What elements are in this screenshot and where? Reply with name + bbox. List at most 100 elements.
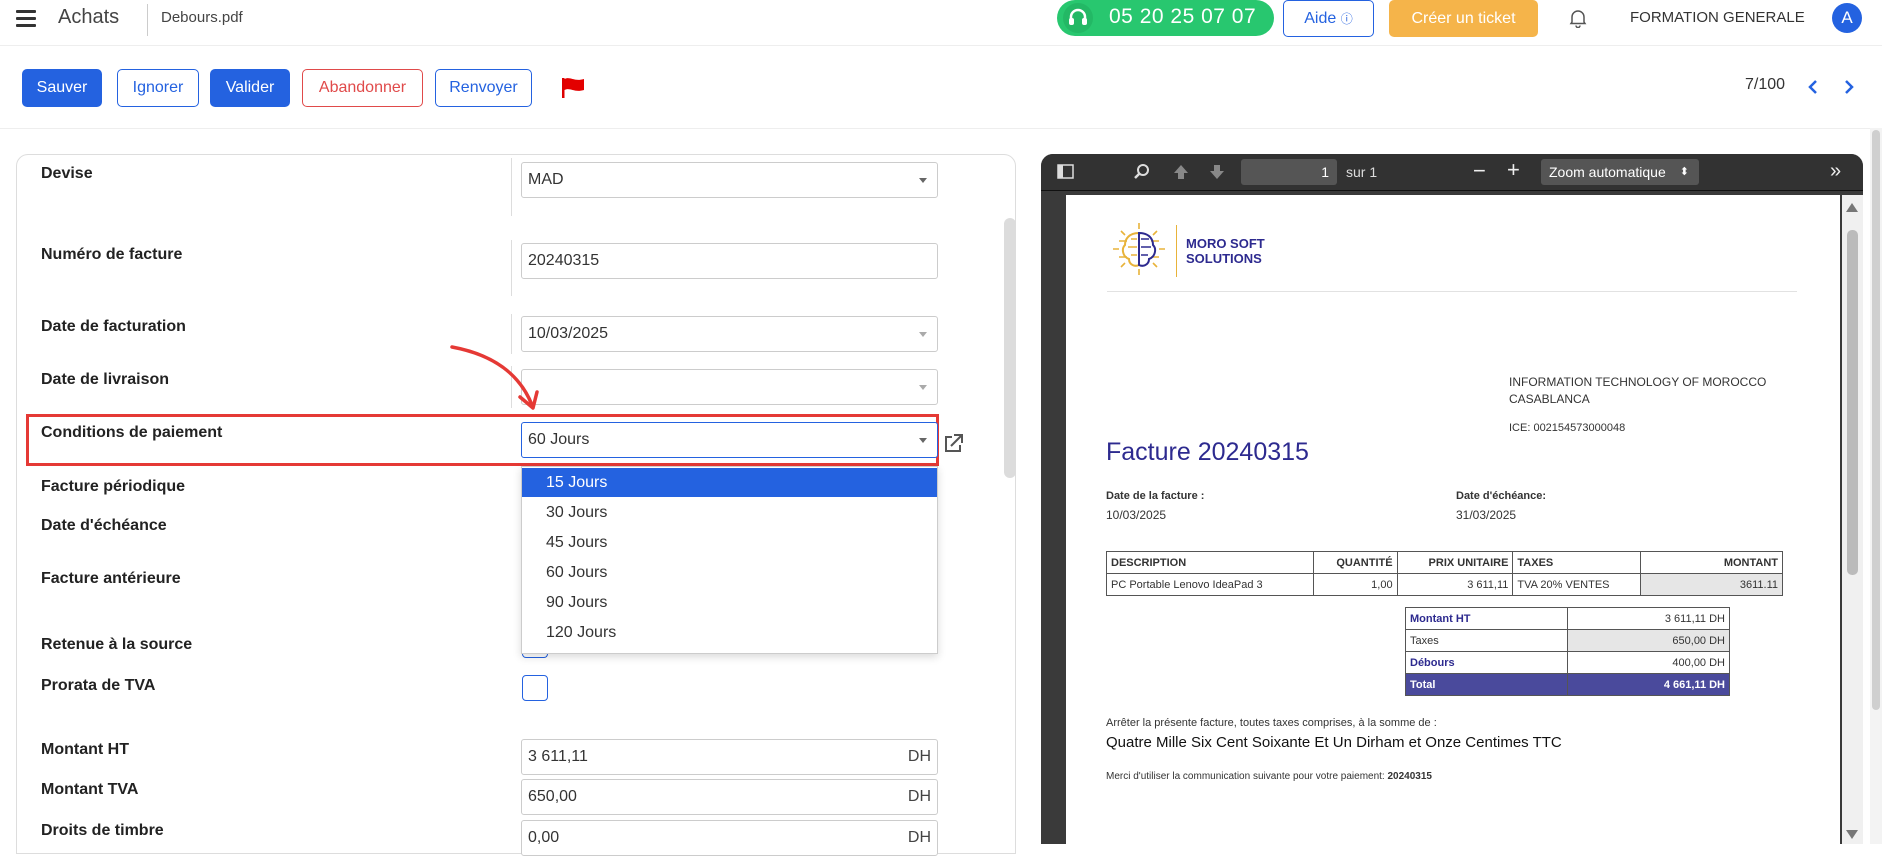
client-city: CASABLANCA: [1509, 392, 1590, 406]
invoice-lines-table: DESCRIPTION QUANTITÉ PRIX UNITAIRE TAXES…: [1106, 551, 1783, 596]
previous-record-icon[interactable]: [1803, 77, 1823, 97]
logo-line-2: SOLUTIONS: [1186, 251, 1262, 266]
table-cell: TVA 20% VENTES: [1512, 573, 1642, 596]
amount-in-words: Quatre Mille Six Cent Soixante Et Un Dir…: [1106, 734, 1562, 751]
page-number-input[interactable]: 1: [1241, 159, 1337, 185]
currency-unit: DH: [907, 788, 931, 805]
devise-select[interactable]: MAD: [521, 162, 938, 198]
payment-reference: 20240315: [1387, 771, 1432, 782]
devise-value: MAD: [528, 171, 564, 188]
zoom-select[interactable]: Zoom automatique ⬍: [1541, 159, 1699, 185]
up-down-chevron-icon: ⬍: [1679, 166, 1689, 178]
next-record-icon[interactable]: [1839, 77, 1859, 97]
amount-ht-value: 3 611,11: [528, 748, 588, 765]
totals-value: 4 661,11 DH: [1567, 673, 1730, 696]
amount-ht-field[interactable]: 3 611,11 DH: [521, 739, 938, 775]
periodic-invoice-label: Facture périodique: [41, 478, 186, 495]
app-title: Achats: [58, 6, 120, 28]
chevron-down-icon: [919, 385, 927, 390]
client-name: INFORMATION TECHNOLOGY OF MOROCCO: [1509, 375, 1767, 389]
page-scrollbar[interactable]: [1870, 128, 1882, 844]
abandon-button[interactable]: Abandonner: [302, 69, 423, 107]
logo-divider: [1176, 225, 1177, 277]
chevron-down-icon: [919, 332, 927, 337]
delivery-date-label: Date de livraison: [41, 371, 170, 388]
phone-number: 05 20 25 07 07: [1109, 5, 1257, 28]
header-rule: [1107, 291, 1797, 292]
sidebar-toggle-icon[interactable]: [1057, 163, 1075, 181]
ignore-button[interactable]: Ignorer: [117, 69, 199, 107]
invoice-date-field[interactable]: 10/03/2025: [521, 316, 938, 352]
invoice-number-label: Numéro de facture: [41, 246, 183, 263]
totals-value: 400,00 DH: [1567, 651, 1730, 674]
page-count: sur 1: [1346, 164, 1378, 180]
totals-value: 3 611,11 DH: [1567, 607, 1730, 630]
table-cell: 1,00: [1312, 573, 1398, 596]
totals-label: Débours: [1405, 651, 1568, 674]
option-120-days[interactable]: 120 Jours: [522, 618, 937, 647]
field-divider: [511, 158, 512, 216]
menu-icon[interactable]: [16, 10, 36, 27]
table-header-cell: PRIX UNITAIRE: [1396, 551, 1514, 574]
option-60-days[interactable]: 60 Jours: [522, 558, 937, 587]
form-scrollbar[interactable]: [1004, 218, 1016, 478]
zoom-out-button[interactable]: −: [1473, 158, 1486, 184]
logo-line-1: MORO SOFT: [1186, 236, 1265, 251]
action-bar: Sauver Ignorer Valider Abandonner Renvoy…: [0, 47, 1882, 129]
stamp-duty-field[interactable]: 0,00 DH: [521, 820, 938, 856]
create-ticket-button[interactable]: Créer un ticket: [1389, 0, 1538, 37]
zoom-in-button[interactable]: +: [1507, 157, 1520, 183]
payment-terms-label: Conditions de paiement: [41, 424, 223, 441]
scroll-down-icon[interactable]: [1846, 830, 1858, 839]
file-name: Debours.pdf: [161, 9, 243, 26]
avatar[interactable]: A: [1832, 3, 1862, 33]
more-tools-icon[interactable]: »: [1830, 160, 1841, 183]
delivery-date-field[interactable]: [521, 369, 938, 405]
table-header-cell: QUANTITÉ: [1312, 551, 1398, 574]
chevron-down-icon: [919, 178, 927, 183]
pdf-page: MORO SOFT SOLUTIONS INFORMATION TECHNOLO…: [1066, 195, 1840, 844]
option-30-days[interactable]: 30 Jours: [522, 498, 937, 527]
invoice-title: Facture 20240315: [1106, 438, 1309, 466]
payment-terms-select[interactable]: 60 Jours: [521, 422, 938, 458]
payment-terms-value: 60 Jours: [528, 431, 590, 448]
table-cell: 3 611,11: [1396, 573, 1514, 596]
invoice-number-field[interactable]: 20240315: [521, 243, 938, 279]
resend-button[interactable]: Renvoyer: [435, 69, 532, 107]
payment-reference-note: Merci d'utiliser la communication suivan…: [1106, 771, 1432, 782]
table-header-cell: MONTANT: [1640, 551, 1783, 574]
totals-row: Taxes 650,00 DH: [1405, 629, 1730, 652]
organization-name[interactable]: FORMATION GENERALE: [1630, 9, 1805, 26]
chevron-down-icon: [919, 438, 927, 443]
amount-words-intro: Arrêter la présente facture, toutes taxe…: [1106, 717, 1437, 729]
help-button[interactable]: Aide ⓘ: [1283, 0, 1374, 37]
withholding-label: Retenue à la source: [41, 636, 193, 653]
scroll-thumb[interactable]: [1847, 230, 1858, 575]
save-button[interactable]: Sauver: [22, 69, 102, 107]
page-scroll-thumb[interactable]: [1872, 130, 1880, 710]
payment-terms-dropdown: 15 Jours 30 Jours 45 Jours 60 Jours 90 J…: [521, 466, 938, 654]
totals-row: Débours 400,00 DH: [1405, 651, 1730, 674]
top-bar: Achats Debours.pdf 05 20 25 07 07 Aide ⓘ…: [0, 0, 1882, 46]
flag-icon[interactable]: [560, 77, 588, 99]
amount-tva-field[interactable]: 650,00 DH: [521, 779, 938, 815]
totals-label: Taxes: [1405, 629, 1568, 652]
record-pager: 7/100: [1745, 76, 1786, 93]
option-45-days[interactable]: 45 Jours: [522, 528, 937, 557]
external-link-icon[interactable]: [941, 432, 965, 456]
support-phone-button[interactable]: 05 20 25 07 07: [1057, 0, 1274, 36]
totals-table: Montant HT 3 611,11 DH Taxes 650,00 DH D…: [1405, 607, 1730, 696]
vat-prorata-checkbox[interactable]: [522, 675, 548, 701]
table-header-cell: DESCRIPTION: [1106, 551, 1314, 574]
previous-page-icon[interactable]: [1172, 163, 1190, 181]
search-icon[interactable]: [1133, 163, 1151, 181]
scroll-up-icon[interactable]: [1846, 203, 1858, 212]
bell-icon[interactable]: [1569, 8, 1587, 29]
pdf-scrollbar[interactable]: [1842, 195, 1863, 844]
next-page-icon[interactable]: [1208, 163, 1226, 181]
option-90-days[interactable]: 90 Jours: [522, 588, 937, 617]
totals-value: 650,00 DH: [1567, 629, 1730, 652]
invoice-date-label: Date de la facture :: [1106, 490, 1205, 502]
validate-button[interactable]: Valider: [210, 69, 290, 107]
option-15-days[interactable]: 15 Jours: [522, 468, 937, 497]
